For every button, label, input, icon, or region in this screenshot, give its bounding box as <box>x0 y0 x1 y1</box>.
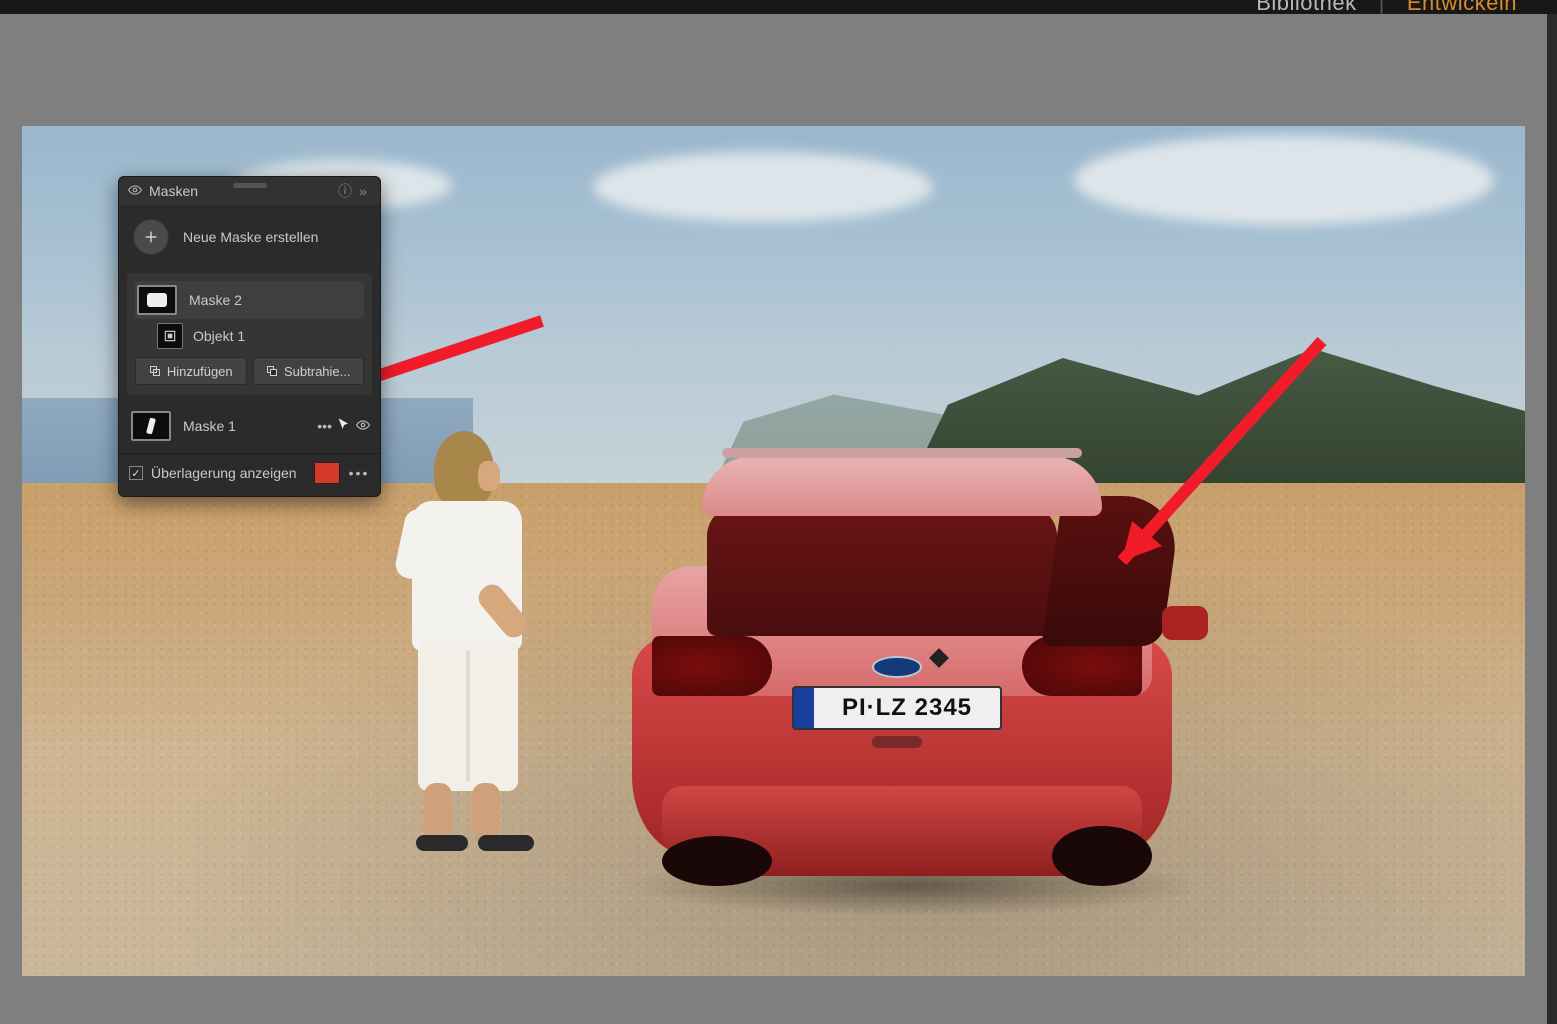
mask-1-thumb <box>131 411 171 441</box>
expand-icon[interactable]: » <box>354 183 372 199</box>
cloud <box>593 152 933 222</box>
license-plate: PI·LZ 2345 <box>792 686 1002 730</box>
add-icon <box>149 365 161 377</box>
mask-2-object-row[interactable]: Objekt 1 <box>135 319 364 357</box>
mask-2-object-label: Objekt 1 <box>193 328 245 344</box>
mask-boolean-buttons: Hinzufügen Subtrahie... <box>135 357 364 385</box>
overlay-color-swatch[interactable] <box>314 462 340 484</box>
mask-2-label: Maske 2 <box>189 292 242 308</box>
subtract-icon <box>266 365 278 377</box>
car-mask-overlay[interactable]: PI·LZ 2345 <box>622 426 1182 896</box>
add-to-mask-button[interactable]: Hinzufügen <box>135 357 247 385</box>
image-canvas[interactable]: PI·LZ 2345 Masken ⓘ » <box>22 126 1525 976</box>
masks-panel-footer: ✓ Überlagerung anzeigen ••• <box>119 453 380 496</box>
mask-1-row[interactable]: Maske 1 ••• <box>119 403 380 453</box>
create-mask-row[interactable]: Neue Maske erstellen <box>119 205 380 273</box>
subtract-from-mask-button[interactable]: Subtrahie... <box>253 357 365 385</box>
mask-options-icon[interactable]: ••• <box>317 418 332 434</box>
car-badge <box>872 656 922 678</box>
drag-handle-icon[interactable] <box>233 183 267 188</box>
masks-panel[interactable]: Masken ⓘ » Neue Maske erstellen Maske 2 <box>118 176 381 497</box>
right-panel-edge[interactable] <box>1547 14 1557 1024</box>
add-to-mask-label: Hinzufügen <box>167 364 233 379</box>
show-overlay-checkbox[interactable]: ✓ <box>129 466 143 480</box>
mask-2-row[interactable]: Maske 2 <box>135 281 364 319</box>
mask-1-label: Maske 1 <box>183 418 236 434</box>
masks-panel-header[interactable]: Masken ⓘ » <box>119 177 380 205</box>
person <box>382 431 532 851</box>
mask-2-thumb <box>137 285 177 315</box>
object-select-icon <box>157 323 183 349</box>
license-plate-text: PI·LZ 2345 <box>814 696 1000 720</box>
mask-2-group: Maske 2 Objekt 1 Hinzufügen Subtrahi <box>127 273 372 395</box>
visibility-eye-icon[interactable] <box>127 183 143 200</box>
overlay-options-icon[interactable]: ••• <box>348 465 370 481</box>
create-mask-button[interactable] <box>133 219 169 255</box>
cursor-icon <box>336 417 352 436</box>
work-area: PI·LZ 2345 Masken ⓘ » <box>0 14 1547 1024</box>
mask-visibility-eye-icon[interactable] <box>356 418 370 435</box>
create-mask-label: Neue Maske erstellen <box>183 229 318 245</box>
plus-icon <box>143 229 159 245</box>
cloud <box>1074 135 1494 225</box>
show-overlay-label: Überlagerung anzeigen <box>151 465 297 481</box>
help-icon[interactable]: ⓘ <box>336 181 354 201</box>
subtract-from-mask-label: Subtrahie... <box>284 364 351 379</box>
